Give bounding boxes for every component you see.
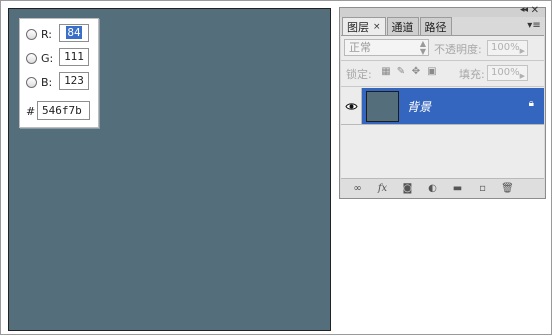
tab-layers[interactable]: 图层 × xyxy=(342,17,386,36)
tab-paths[interactable]: 路径 xyxy=(419,17,452,35)
lock-label: 锁定: xyxy=(346,68,372,81)
blend-mode-select[interactable]: 正常 ▲ ▼ xyxy=(344,39,429,56)
visibility-toggle[interactable] xyxy=(341,88,362,124)
g-radio[interactable] xyxy=(26,52,37,64)
layer-selection-highlight[interactable]: 背景 🔒︎ xyxy=(362,88,544,124)
fill-label: 填充: xyxy=(459,68,485,81)
opacity-label: 不透明度: xyxy=(434,43,482,56)
layer-name[interactable]: 背景 xyxy=(407,98,431,115)
g-row: G: xyxy=(26,48,53,68)
opacity-field[interactable]: 100% ▶ xyxy=(487,40,528,56)
link-layers-icon[interactable]: ∞ xyxy=(349,182,366,196)
collapse-icon[interactable]: ◂◂ xyxy=(520,5,528,15)
window-frame: R: 84 G: 111 B: 123 # 546f7b ◂◂ ✕ 图层 × 通… xyxy=(0,0,552,335)
layers-bottom-toolbar: ∞ fx ◙ ◐ ▬ ▫ 🗑︎ xyxy=(341,178,544,198)
divider xyxy=(341,60,544,61)
dropdown-arrow-icon: ▶ xyxy=(519,72,525,80)
hex-value-field[interactable]: 546f7b xyxy=(37,101,90,120)
lock-image-brush-icon[interactable]: ✎ xyxy=(396,67,406,77)
tab-channels[interactable]: 通道 xyxy=(386,17,419,35)
layer-lock-icon: 🔒︎ xyxy=(528,98,534,109)
b-radio[interactable] xyxy=(26,76,37,88)
b-row: B: xyxy=(26,72,53,92)
fill-field[interactable]: 100% ▶ xyxy=(487,65,528,81)
b-label: B: xyxy=(41,75,53,89)
dropdown-arrow-icon: ▶ xyxy=(519,47,525,55)
g-label: G: xyxy=(41,51,54,65)
panel-menu-icon[interactable]: ▾≡ xyxy=(527,20,541,32)
new-layer-icon[interactable]: ▫ xyxy=(474,182,491,196)
panel-title-bar[interactable]: ◂◂ ✕ xyxy=(340,5,545,17)
adjustment-layer-icon[interactable]: ◐ xyxy=(424,182,441,196)
layers-panel-body: 正常 ▲ ▼ 不透明度: 100% ▶ 锁定: ▦ ✎ ✥ ▣ 填充: 100% … xyxy=(341,35,544,198)
b-value-field[interactable]: 123 xyxy=(59,72,89,90)
panel-tabs: 图层 × 通道 路径 xyxy=(342,17,453,36)
delete-layer-trash-icon[interactable]: 🗑︎ xyxy=(499,182,516,196)
new-group-folder-icon[interactable]: ▬ xyxy=(449,182,466,196)
layer-row-background[interactable]: 背景 🔒︎ xyxy=(341,88,544,125)
blend-mode-value: 正常 xyxy=(349,41,371,54)
tab-close-icon[interactable]: × xyxy=(373,22,381,32)
r-label: R: xyxy=(41,27,53,41)
tab-channels-label: 通道 xyxy=(391,20,414,34)
add-mask-icon[interactable]: ◙ xyxy=(399,182,416,196)
spinner-arrows-icon: ▲ ▼ xyxy=(419,39,426,56)
lock-transparent-icon[interactable]: ▦ xyxy=(381,67,391,77)
g-value-field[interactable]: 111 xyxy=(59,48,89,66)
color-value-popup: R: 84 G: 111 B: 123 # 546f7b xyxy=(19,18,99,128)
close-icon[interactable]: ✕ xyxy=(531,5,539,16)
layer-style-fx-icon[interactable]: fx xyxy=(374,182,391,196)
layers-panel: ◂◂ ✕ 图层 × 通道 路径 ▾≡ 正常 ▲ ▼ 不透明度: 100% ▶ 锁… xyxy=(339,5,546,199)
hex-hash-label: # xyxy=(26,105,36,118)
r-radio[interactable] xyxy=(26,28,37,40)
r-value-field[interactable]: 84 xyxy=(59,24,89,42)
r-row: R: xyxy=(26,24,53,44)
lock-all-icon[interactable]: ▣ xyxy=(427,67,437,77)
eye-icon xyxy=(344,102,358,110)
tab-paths-label: 路径 xyxy=(424,20,447,34)
lock-position-move-icon[interactable]: ✥ xyxy=(411,67,421,77)
layer-thumbnail xyxy=(366,91,399,122)
opacity-value: 100% xyxy=(491,42,520,53)
fill-value: 100% xyxy=(491,67,520,78)
divider xyxy=(341,86,544,87)
tab-layers-label: 图层 xyxy=(347,21,369,34)
